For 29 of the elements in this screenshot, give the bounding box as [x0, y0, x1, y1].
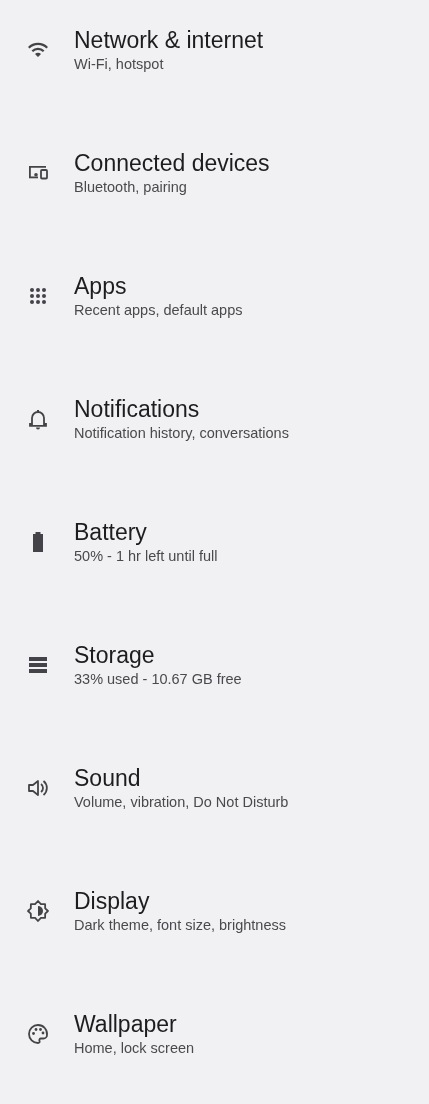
item-title: Display	[74, 886, 151, 915]
item-subtitle: Dark theme, font size, brightness	[74, 915, 286, 935]
settings-item[interactable]: Connected devices Bluetooth, pairing	[0, 111, 429, 234]
item-title: Wallpaper	[74, 1009, 178, 1038]
settings-item[interactable]: Display Dark theme, font size, brightness	[0, 849, 429, 972]
palette-icon	[26, 1021, 50, 1046]
item-title: Battery	[74, 517, 148, 546]
item-title: Notifications	[74, 394, 201, 423]
item-subtitle: Volume, vibration, Do Not Disturb	[74, 792, 289, 812]
item-subtitle: 50% - 1 hr left until full	[74, 546, 218, 566]
item-subtitle: Bluetooth, pairing	[74, 177, 188, 197]
item-title: Storage	[74, 640, 156, 669]
item-title: Apps	[74, 271, 128, 300]
item-title: Sound	[74, 763, 142, 792]
settings-item[interactable]: Sound Volume, vibration, Do Not Disturb	[0, 726, 429, 849]
item-title: Network & internet	[74, 25, 264, 54]
settings-item[interactable]: Notifications Notification history, conversations	[0, 357, 429, 480]
item-title: Connected devices	[74, 148, 270, 177]
item-subtitle: Wi-Fi, hotspot	[74, 54, 165, 74]
item-subtitle: Notification history, conversations	[74, 423, 289, 443]
item-subtitle: Recent apps, default apps	[74, 300, 243, 320]
settings-item[interactable]: Wallpaper Home, lock screen	[0, 972, 429, 1095]
settings-item[interactable]: Battery 50% - 1 hr left until full	[0, 480, 429, 603]
brightness-icon	[26, 898, 50, 923]
settings-item[interactable]: Storage 33% used - 10.67 GB free	[0, 603, 429, 726]
item-subtitle: Home, lock screen	[74, 1038, 195, 1058]
settings-item[interactable]: Network & internet Wi-Fi, hotspot	[0, 0, 429, 111]
settings-item[interactable]: Apps Recent apps, default apps	[0, 234, 429, 357]
item-subtitle: 33% used - 10.67 GB free	[74, 669, 242, 689]
